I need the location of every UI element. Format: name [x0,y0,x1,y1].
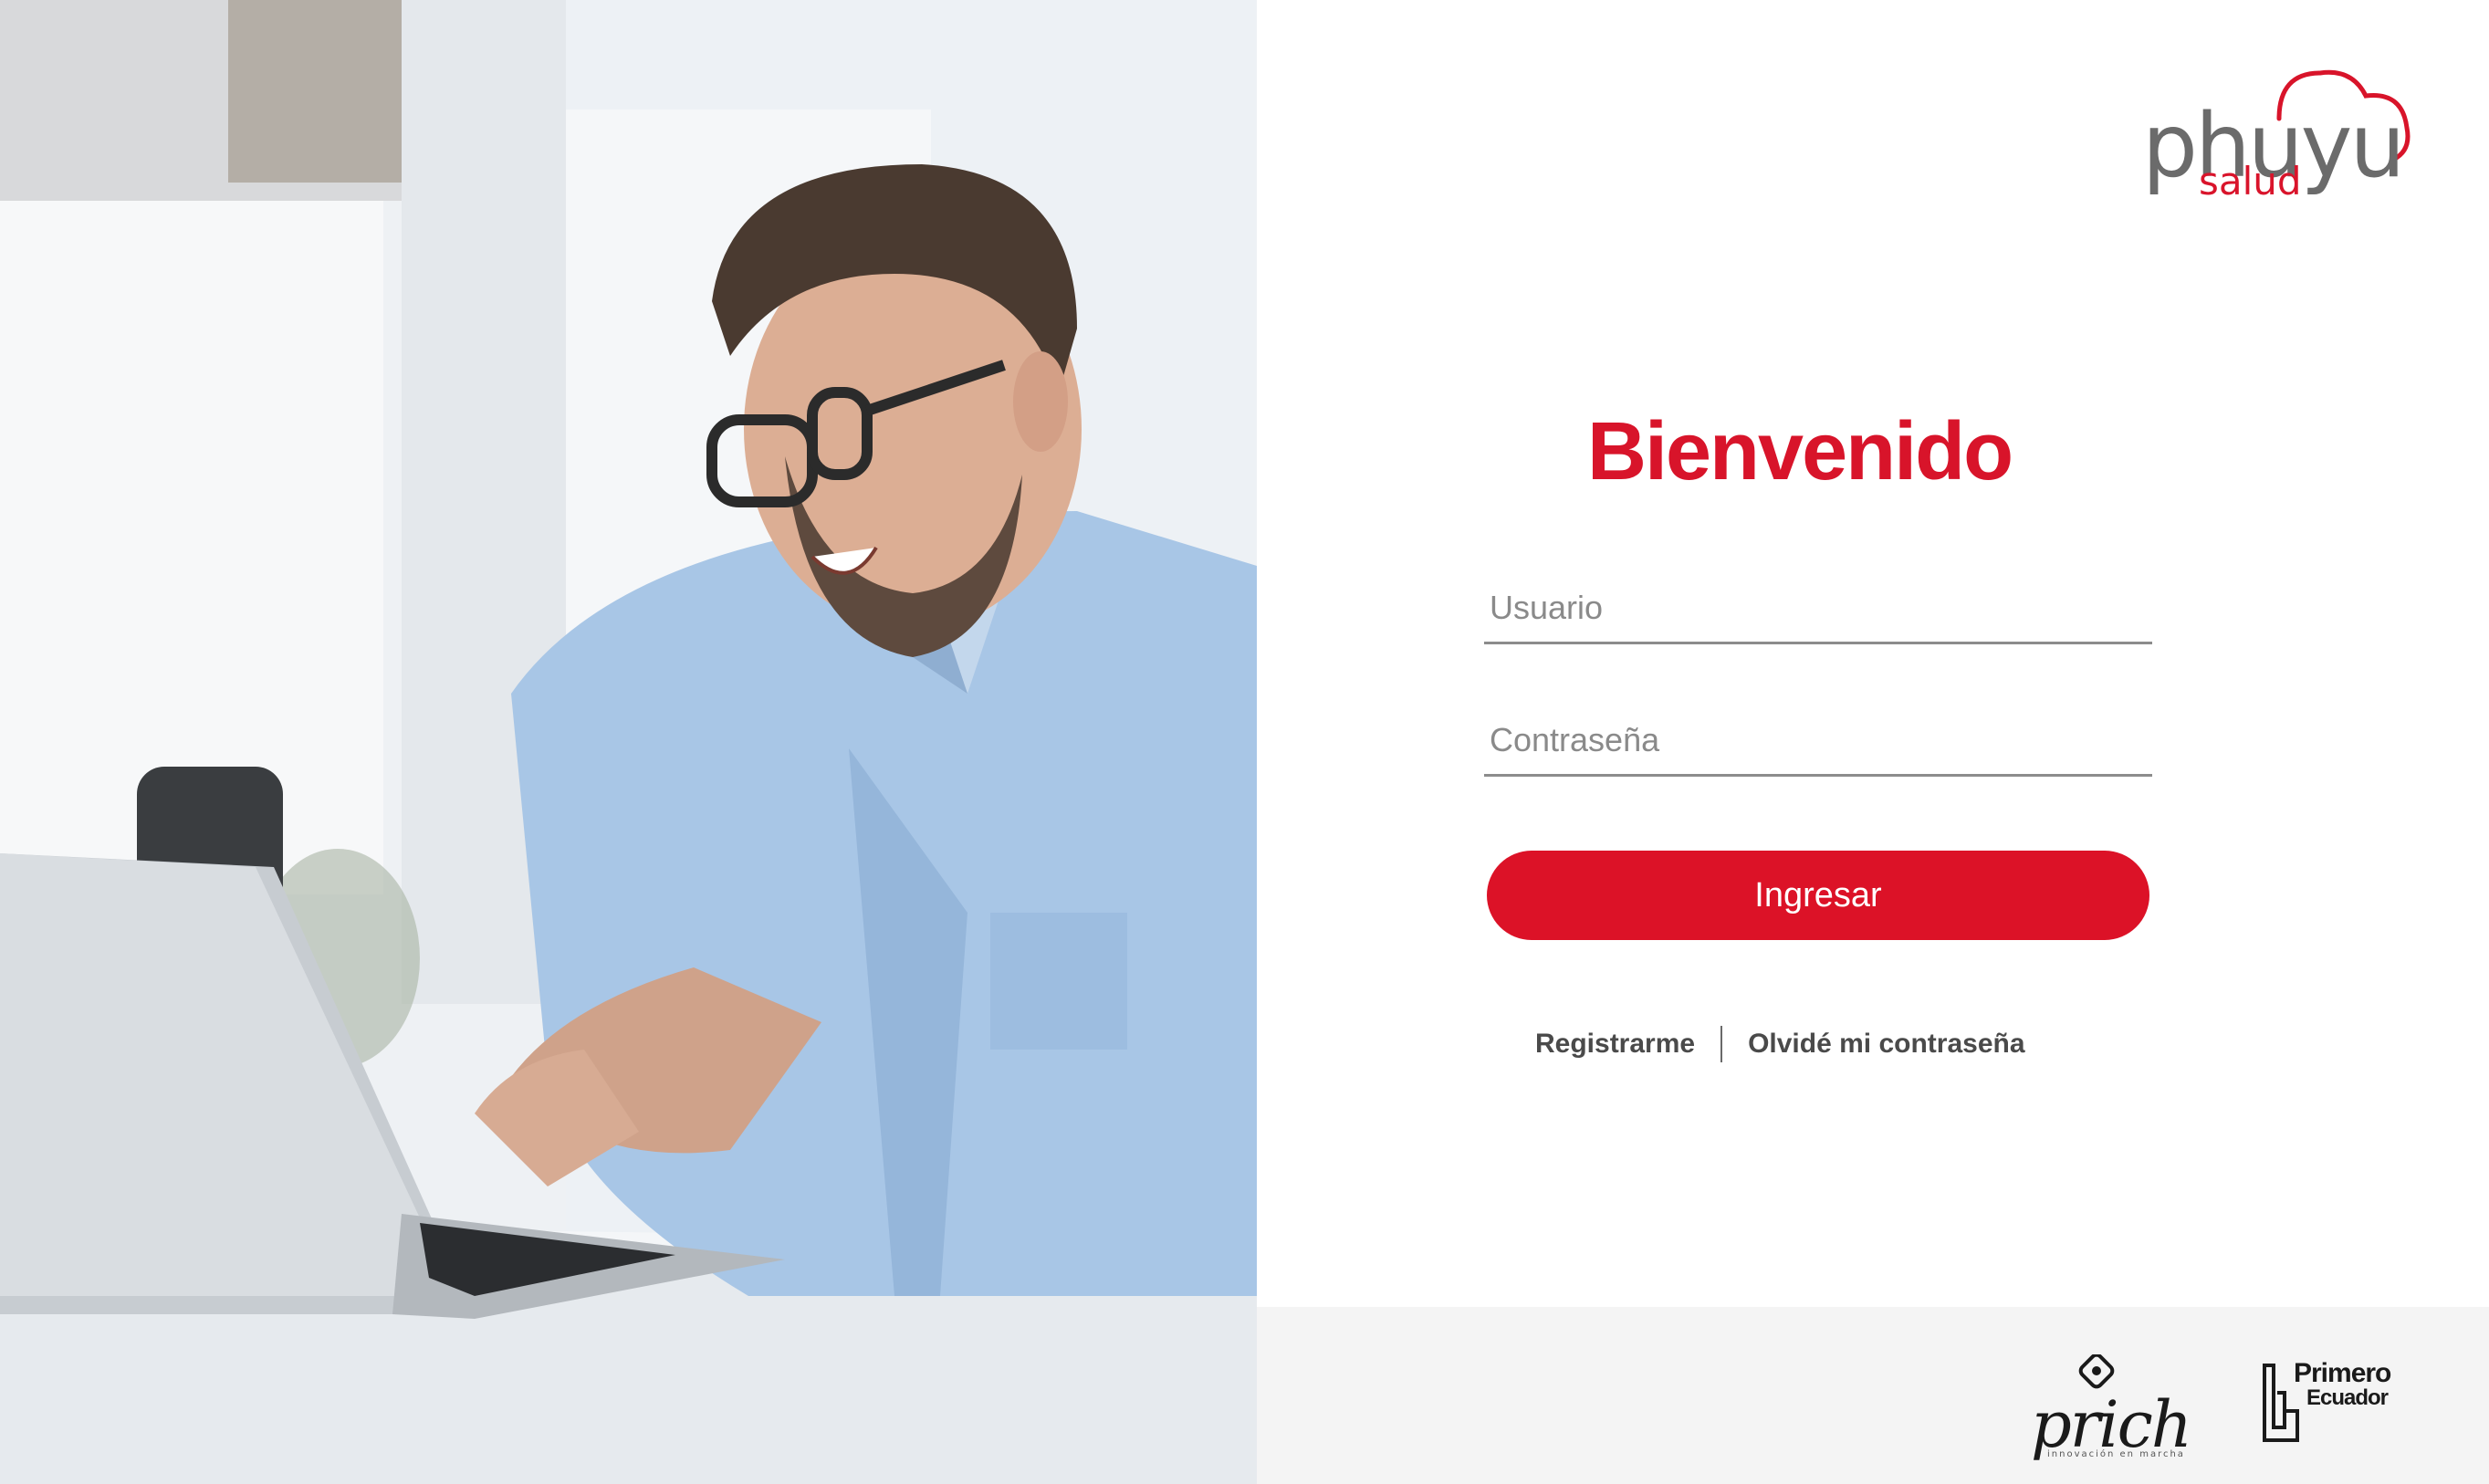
login-button[interactable]: Ingresar [1487,851,2149,940]
link-divider [1720,1026,1723,1062]
primero-line-1: Primero [2294,1358,2391,1388]
username-input[interactable] [1484,573,2152,644]
register-link[interactable]: Registrarme [1535,1029,1695,1060]
prich-tagline: innovación en marcha [2047,1449,2185,1459]
primero-line-2: Ecuador [2306,1385,2389,1410]
password-input[interactable] [1484,705,2152,777]
prich-logo: prich innovación en marcha [2031,1354,2192,1464]
account-links: Registrarme Olvidé mi contraseña [1535,1024,2025,1064]
footer: prich innovación en marcha Primero Ecuad… [1257,1307,2489,1484]
prich-wordmark: prich [2031,1387,2192,1462]
forgot-password-link[interactable]: Olvidé mi contraseña [1748,1029,2024,1060]
phuyu-logo: phuyu salud [2142,55,2416,210]
primero-ecuador-logo: Primero Ecuador [2261,1356,2398,1447]
hero-photo [0,0,1257,1484]
login-panel: phuyu salud Bienvenido Ingresar Registra… [1257,0,2489,1484]
page-title: Bienvenido [1587,406,2013,498]
man-with-laptop-illustration [0,0,1257,1484]
logo-subtitle: salud [2199,159,2302,204]
